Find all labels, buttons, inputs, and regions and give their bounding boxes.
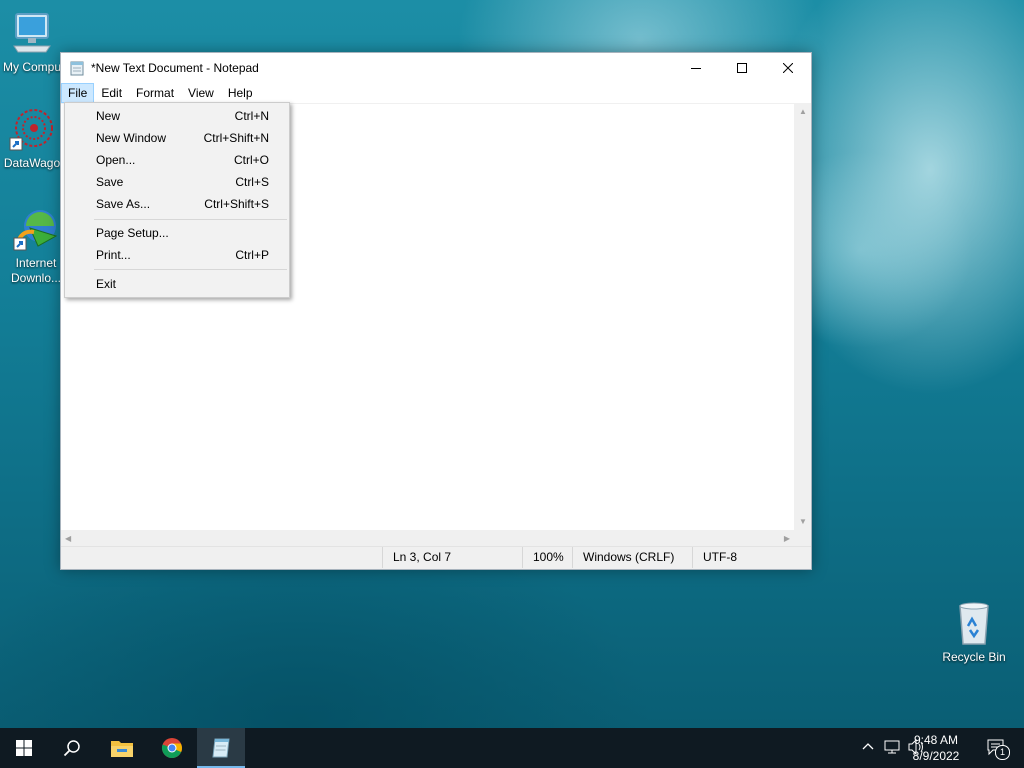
window-title: *New Text Document - Notepad (91, 61, 259, 75)
menu-file[interactable]: File (61, 83, 95, 103)
menu-item-shortcut: Ctrl+O (233, 153, 269, 167)
file-menu-dropdown: New Ctrl+N New Window Ctrl+Shift+N Open.… (64, 102, 290, 298)
chevron-up-icon[interactable] (862, 740, 874, 758)
menu-item-shortcut: Ctrl+P (235, 248, 269, 262)
menu-item-shortcut: Ctrl+S (235, 175, 269, 189)
notepad-icon (212, 738, 230, 758)
close-icon (783, 63, 793, 73)
menu-item-label: Save (96, 175, 124, 189)
taskbar-chrome[interactable] (148, 728, 196, 768)
title-bar[interactable]: *New Text Document - Notepad (61, 53, 811, 83)
taskbar-notepad[interactable] (197, 728, 245, 768)
computer-icon (8, 10, 56, 58)
menu-item-label: New Window (96, 131, 167, 145)
menu-separator (94, 219, 287, 220)
file-explorer-icon (111, 741, 133, 757)
clock[interactable]: 9:48 AM 8/9/2022 (906, 732, 966, 764)
datawagon-icon (8, 106, 56, 154)
menu-item-shortcut: Ctrl+Shift+S (204, 197, 269, 211)
scroll-up-icon[interactable]: ▲ (799, 107, 807, 116)
menu-item-open[interactable]: Open... Ctrl+O (67, 149, 287, 171)
clock-date: 8/9/2022 (912, 749, 960, 763)
search-button[interactable] (48, 728, 96, 768)
menu-help[interactable]: Help (221, 83, 260, 103)
scroll-down-icon[interactable]: ▼ (799, 517, 807, 526)
menu-separator (94, 269, 287, 270)
menu-item-print[interactable]: Print... Ctrl+P (67, 244, 287, 266)
chrome-icon (161, 738, 182, 759)
scrollbar-corner (794, 530, 811, 547)
internet-download-manager-icon (12, 206, 60, 254)
menu-item-page-setup[interactable]: Page Setup... (67, 222, 287, 244)
menu-item-new-window[interactable]: New Window Ctrl+Shift+N (67, 127, 287, 149)
close-button[interactable] (765, 53, 811, 83)
desktop-icon-recycle-bin[interactable]: Recycle Bin (936, 600, 1012, 665)
maximize-icon (737, 63, 747, 73)
menu-item-save-as[interactable]: Save As... Ctrl+Shift+S (67, 193, 287, 215)
menu-item-save[interactable]: Save Ctrl+S (67, 171, 287, 193)
recycle-bin-icon (950, 600, 998, 648)
menu-item-shortcut: Ctrl+Shift+N (203, 131, 269, 145)
menu-item-exit[interactable]: Exit (67, 273, 287, 295)
menu-item-shortcut: Ctrl+N (234, 109, 269, 123)
status-bar: Ln 3, Col 7 100% Windows (CRLF) UTF-8 (61, 546, 811, 569)
menu-format[interactable]: Format (129, 83, 181, 103)
start-button[interactable] (0, 728, 48, 768)
vertical-scrollbar[interactable]: ▲ ▼ (794, 103, 811, 530)
horizontal-scrollbar[interactable]: ◀ ▶ (61, 530, 794, 547)
minimize-icon (691, 68, 701, 69)
notification-count-badge: 1 (995, 745, 1010, 760)
menu-view[interactable]: View (181, 83, 221, 103)
desktop-icon-label: Recycle Bin (942, 650, 1006, 664)
menu-item-label: Exit (96, 277, 117, 291)
minimize-button[interactable] (673, 53, 719, 83)
clock-time: 9:48 AM (913, 733, 959, 747)
status-position: Ln 3, Col 7 (382, 547, 522, 568)
menu-item-label: Open... (96, 153, 136, 167)
status-encoding: UTF-8 (692, 547, 811, 568)
scroll-left-icon[interactable]: ◀ (65, 534, 71, 543)
menu-item-label: New (96, 109, 121, 123)
status-line-ending: Windows (CRLF) (572, 547, 692, 568)
menu-item-label: Save As... (96, 197, 151, 211)
menu-item-label: Page Setup... (96, 226, 169, 240)
scroll-right-icon[interactable]: ▶ (784, 534, 790, 543)
menu-item-new[interactable]: New Ctrl+N (67, 105, 287, 127)
start-icon (16, 740, 32, 756)
action-center-button[interactable]: 1 (986, 738, 1010, 760)
system-tray: 9:48 AM 8/9/2022 1 (824, 728, 1024, 768)
search-icon (63, 740, 80, 757)
notepad-icon (69, 60, 85, 76)
network-icon[interactable] (884, 739, 900, 760)
desktop: My Compu DataWago Internet Downlo... Rec… (0, 0, 1024, 728)
menu-item-label: Print... (96, 248, 131, 262)
status-zoom: 100% (522, 547, 572, 568)
menu-bar: File Edit Format View Help (61, 83, 811, 103)
taskbar: 9:48 AM 8/9/2022 1 (0, 728, 1024, 768)
menu-edit[interactable]: Edit (94, 83, 129, 103)
maximize-button[interactable] (719, 53, 765, 83)
taskbar-file-explorer[interactable] (98, 728, 146, 768)
